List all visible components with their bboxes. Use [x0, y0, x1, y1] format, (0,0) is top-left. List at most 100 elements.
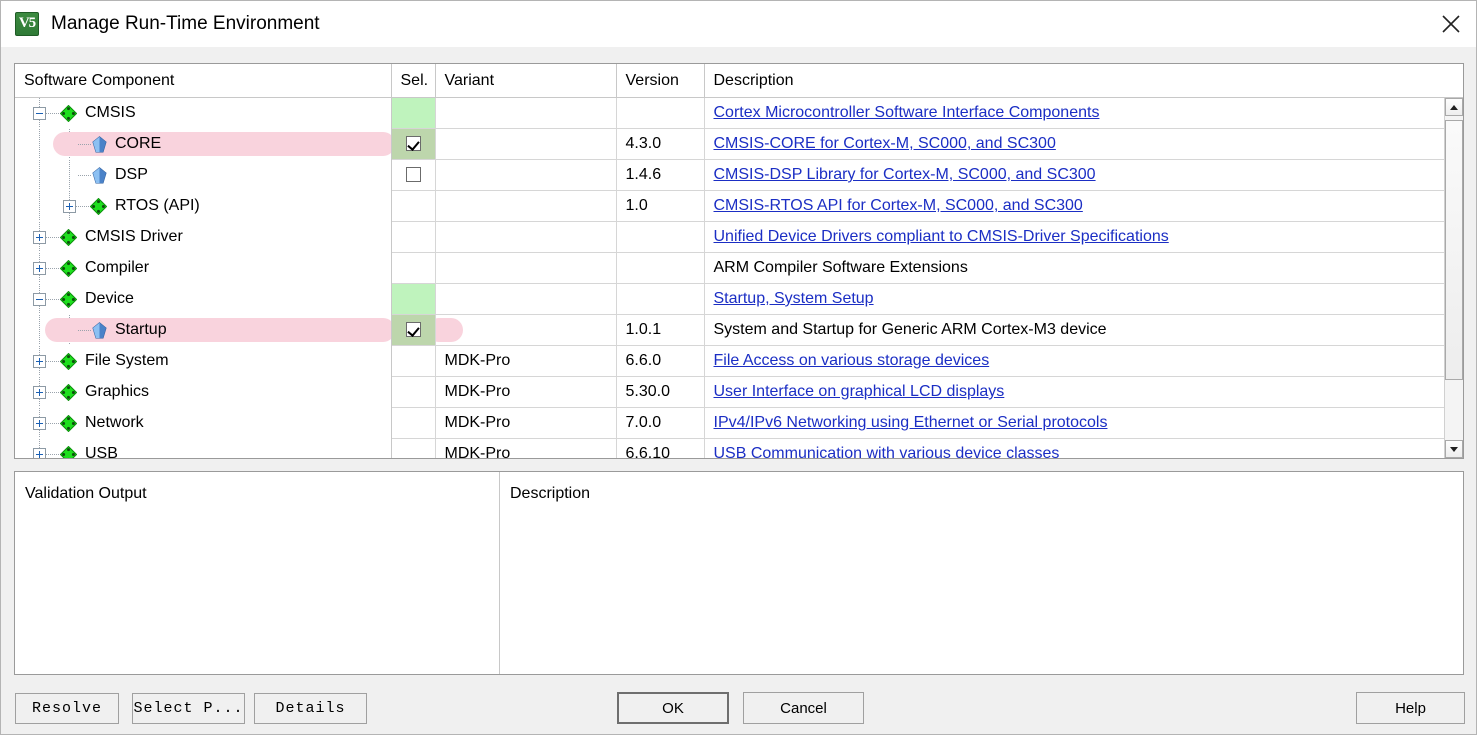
cancel-button[interactable]: Cancel	[743, 692, 864, 724]
column-header-description[interactable]: Description	[704, 64, 1463, 98]
variant-cell[interactable]	[435, 159, 617, 191]
description-link[interactable]: Unified Device Drivers compliant to CMSI…	[714, 228, 1169, 245]
ok-button[interactable]: OK	[617, 692, 729, 724]
sel-cell[interactable]	[391, 438, 436, 458]
component-cell[interactable]: Graphics	[15, 376, 392, 408]
sel-cell[interactable]	[391, 314, 436, 346]
green-diamond-icon	[60, 445, 77, 458]
description-link[interactable]: File Access on various storage devices	[714, 352, 990, 369]
row-highlight	[435, 318, 463, 342]
variant-cell[interactable]: MDK-Pro	[435, 438, 617, 458]
variant-cell[interactable]	[435, 128, 617, 160]
sel-cell[interactable]	[391, 97, 436, 129]
table-row[interactable]: Startup 1.0.1 System and Startup for Gener…	[15, 314, 1463, 346]
variant-cell[interactable]: MDK-Pro	[435, 407, 617, 439]
component-cell[interactable]: RTOS (API)	[15, 190, 392, 222]
description-cell: Cortex Microcontroller Software Interfac…	[704, 97, 1463, 129]
select-checkbox[interactable]	[405, 136, 421, 152]
resolve-button[interactable]: Resolve	[15, 693, 119, 724]
description-link[interactable]: IPv4/IPv6 Networking using Ethernet or S…	[714, 414, 1108, 431]
window-title: Manage Run-Time Environment	[51, 13, 320, 34]
uvision-logo-icon: V5	[15, 12, 39, 36]
select-checkbox[interactable]	[405, 322, 421, 338]
column-header-version[interactable]: Version	[616, 64, 705, 98]
description-link[interactable]: CMSIS-DSP Library for Cortex-M, SC000, a…	[714, 166, 1096, 183]
scrollbar-thumb[interactable]	[1445, 120, 1463, 380]
component-cell[interactable]: Startup	[15, 314, 392, 346]
column-header-variant[interactable]: Variant	[435, 64, 617, 98]
description-link[interactable]: CMSIS-CORE for Cortex-M, SC000, and SC30…	[714, 135, 1056, 152]
variant-cell[interactable]	[435, 97, 617, 129]
variant-cell[interactable]	[435, 283, 617, 315]
scroll-up-arrow-icon[interactable]	[1445, 98, 1463, 116]
tree-expand-icon[interactable]	[33, 354, 46, 368]
sel-cell[interactable]	[391, 345, 436, 377]
description-link[interactable]: Cortex Microcontroller Software Interfac…	[714, 104, 1100, 121]
tree-expand-icon[interactable]	[33, 447, 46, 458]
table-row[interactable]: File System MDK-Pro 6.6.0 File Access on va…	[15, 345, 1463, 377]
table-row[interactable]: Network MDK-Pro 7.0.0 IPv4/IPv6 Networking …	[15, 407, 1463, 439]
table-row[interactable]: Graphics MDK-Pro 5.30.0 User Interface on g…	[15, 376, 1463, 408]
column-header-software-component[interactable]: Software Component	[15, 64, 392, 98]
table-row[interactable]: RTOS (API) 1.0 CMSIS-RTOS API for Cortex-M…	[15, 190, 1463, 222]
sel-cell[interactable]	[391, 376, 436, 408]
tree-connector	[46, 298, 60, 300]
component-cell[interactable]: Device	[15, 283, 392, 315]
description-link[interactable]: CMSIS-RTOS API for Cortex-M, SC000, and …	[714, 197, 1083, 214]
sel-cell[interactable]	[391, 407, 436, 439]
description-link[interactable]: USB Communication with various device cl…	[714, 445, 1060, 458]
select-packs-button[interactable]: Select P...	[132, 693, 245, 724]
tree-expand-icon[interactable]	[33, 261, 46, 275]
help-button[interactable]: Help	[1356, 692, 1465, 724]
sel-cell[interactable]	[391, 252, 436, 284]
component-cell[interactable]: Compiler	[15, 252, 392, 284]
component-cell[interactable]: File System	[15, 345, 392, 377]
sel-cell[interactable]	[391, 221, 436, 253]
component-cell[interactable]: CMSIS	[15, 97, 392, 129]
table-row[interactable]: CORE 4.3.0 CMSIS-CORE for Cortex-M, SC000,…	[15, 128, 1463, 160]
version-value: 6.6.10	[625, 445, 670, 459]
variant-cell[interactable]: MDK-Pro	[435, 376, 617, 408]
sel-cell[interactable]	[391, 190, 436, 222]
component-label: File System	[85, 352, 169, 369]
component-cell[interactable]: DSP	[15, 159, 392, 191]
variant-cell[interactable]	[435, 221, 617, 253]
table-row[interactable]: CMSIS Cortex Microcontroller Software Int…	[15, 97, 1463, 129]
tree-expand-icon[interactable]	[33, 230, 46, 244]
component-cell[interactable]: USB	[15, 438, 392, 458]
sel-cell[interactable]	[391, 128, 436, 160]
component-cell[interactable]: CORE	[15, 128, 392, 160]
scroll-down-arrow-icon[interactable]	[1445, 440, 1463, 458]
tree-expand-icon[interactable]	[33, 385, 46, 399]
tree-expand-icon[interactable]	[63, 199, 76, 213]
variant-cell[interactable]	[435, 252, 617, 284]
sel-cell[interactable]	[391, 159, 436, 191]
variant-cell[interactable]	[435, 190, 617, 222]
description-cell: Startup, System Setup	[704, 283, 1463, 315]
table-header-row: Software Component Sel. Variant Version …	[15, 64, 1463, 98]
tree-expand-icon[interactable]	[33, 416, 46, 430]
table-row[interactable]: DSP 1.4.6 CMSIS-DSP Library for Cortex-M, …	[15, 159, 1463, 191]
description-cell: Unified Device Drivers compliant to CMSI…	[704, 221, 1463, 253]
description-link[interactable]: User Interface on graphical LCD displays	[714, 383, 1005, 400]
component-cell[interactable]: CMSIS Driver	[15, 221, 392, 253]
blue-diamond-icon	[92, 135, 107, 152]
tree-collapse-icon[interactable]	[33, 106, 46, 120]
variant-cell[interactable]	[435, 314, 617, 346]
select-checkbox[interactable]	[405, 167, 421, 183]
variant-cell[interactable]: MDK-Pro	[435, 345, 617, 377]
column-header-sel[interactable]: Sel.	[391, 64, 436, 98]
component-label: CMSIS Driver	[85, 228, 183, 245]
table-vertical-scrollbar[interactable]	[1444, 98, 1463, 458]
component-cell[interactable]: Network	[15, 407, 392, 439]
table-row[interactable]: Compiler ARM Compiler Software Extensions	[15, 252, 1463, 284]
description-link[interactable]: Startup, System Setup	[714, 290, 874, 307]
close-icon[interactable]	[1426, 1, 1476, 47]
table-row[interactable]: CMSIS Driver Unified Device Drivers compl…	[15, 221, 1463, 253]
version-cell: 4.3.0	[616, 128, 705, 160]
table-row[interactable]: USB MDK-Pro 6.6.10 USB Communication with v…	[15, 438, 1463, 459]
details-button[interactable]: Details	[254, 693, 367, 724]
table-row[interactable]: Device Startup, System Setup	[15, 283, 1463, 315]
sel-cell[interactable]	[391, 283, 436, 315]
tree-collapse-icon[interactable]	[33, 292, 46, 306]
